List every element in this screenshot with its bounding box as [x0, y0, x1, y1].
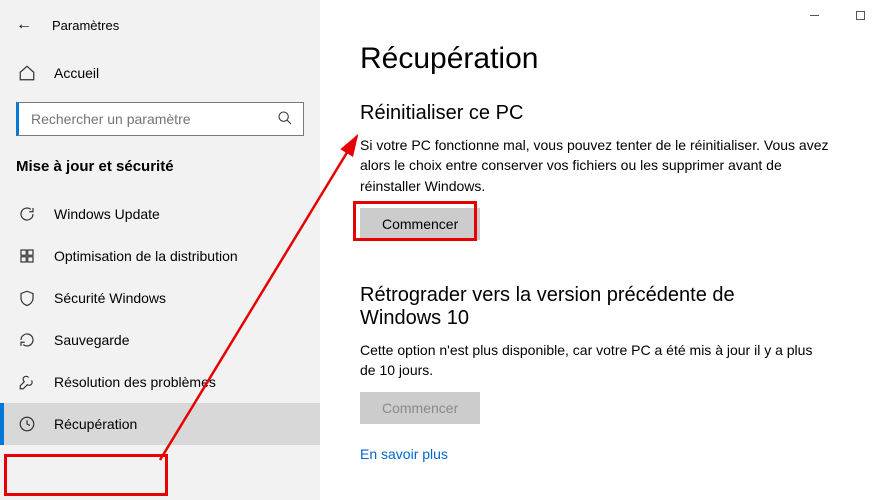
page-title: Récupération [360, 42, 843, 76]
shield-icon [16, 289, 38, 307]
sidebar-item-troubleshoot[interactable]: Résolution des problèmes [0, 361, 320, 403]
learn-more-link[interactable]: En savoir plus [360, 446, 448, 462]
group-heading: Mise à jour et sécurité [0, 150, 320, 187]
sidebar-item-label: Résolution des problèmes [54, 374, 216, 390]
sidebar-item-label: Sécurité Windows [54, 290, 166, 306]
reset-start-button[interactable]: Commencer [360, 208, 480, 240]
app-title: Paramètres [52, 18, 119, 33]
recovery-icon [16, 415, 38, 433]
reset-description: Si votre PC fonctionne mal, vous pouvez … [360, 135, 830, 196]
backup-icon [16, 331, 38, 349]
search-field[interactable] [29, 110, 277, 128]
sidebar-item-label: Windows Update [54, 206, 160, 222]
home-label: Accueil [54, 65, 99, 81]
sidebar-item-recovery[interactable]: Récupération [0, 403, 320, 445]
sync-icon [16, 205, 38, 223]
sidebar-item-label: Sauvegarde [54, 332, 130, 348]
sidebar-item-windows-security[interactable]: Sécurité Windows [0, 277, 320, 319]
search-input[interactable] [16, 102, 304, 136]
sidebar-item-windows-update[interactable]: Windows Update [0, 193, 320, 235]
minimize-button[interactable] [791, 0, 837, 30]
sidebar-item-backup[interactable]: Sauvegarde [0, 319, 320, 361]
rollback-heading: Rétrograder vers la version précédente d… [360, 284, 820, 330]
reset-heading: Réinitialiser ce PC [360, 102, 843, 125]
maximize-button[interactable] [837, 0, 883, 30]
rollback-start-button: Commencer [360, 392, 480, 424]
home-icon [16, 64, 38, 82]
search-icon [277, 110, 293, 129]
network-icon [16, 247, 38, 265]
back-icon[interactable]: ← [16, 16, 32, 34]
home-button[interactable]: Accueil [0, 54, 320, 92]
sidebar-item-delivery-optimization[interactable]: Optimisation de la distribution [0, 235, 320, 277]
rollback-description: Cette option n'est plus disponible, car … [360, 340, 830, 381]
sidebar-item-label: Optimisation de la distribution [54, 248, 238, 264]
wrench-icon [16, 373, 38, 391]
sidebar-item-label: Récupération [54, 416, 137, 432]
